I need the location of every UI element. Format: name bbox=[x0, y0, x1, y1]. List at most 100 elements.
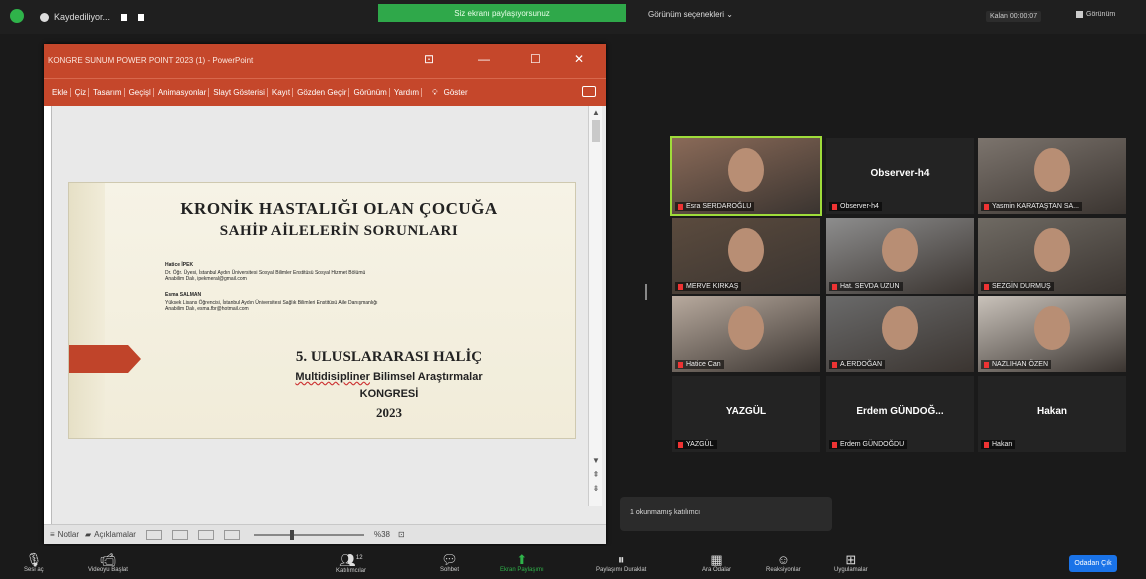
tab-record[interactable]: Kayıt bbox=[270, 88, 294, 97]
participant-tile[interactable]: Hat. SEVDA UZUN bbox=[826, 218, 974, 294]
gallery-resize-handle[interactable] bbox=[645, 284, 647, 300]
notes-button[interactable]: ≡ Notlar bbox=[50, 530, 79, 539]
comment-icon: ▰ bbox=[85, 530, 92, 539]
close-icon[interactable]: ✕ bbox=[574, 52, 584, 66]
participant-tile[interactable]: Observer-h4 Observer-h4 bbox=[826, 138, 974, 214]
minimize-icon[interactable]: — bbox=[478, 52, 490, 66]
muted-microphone-icon bbox=[984, 361, 989, 368]
tab-animations[interactable]: Animasyonlar bbox=[156, 88, 210, 97]
scroll-up-icon[interactable]: ▲ bbox=[591, 108, 601, 118]
share-screen-button[interactable]: ⬆︎ Ekran Paylaşımı bbox=[500, 546, 544, 579]
slide-sorter-icon[interactable] bbox=[171, 529, 188, 540]
video-button[interactable]: 📹︎ Videoyu Başlat bbox=[88, 546, 128, 579]
fit-to-window-icon[interactable]: ⊡ bbox=[398, 530, 405, 539]
share-screen-icon: ⬆︎ bbox=[516, 551, 528, 567]
muted-microphone-icon bbox=[984, 441, 989, 448]
participant-tile[interactable]: Hatice Can bbox=[672, 296, 820, 372]
scroll-thumb[interactable] bbox=[592, 120, 600, 142]
tab-help[interactable]: Yardım bbox=[392, 88, 423, 97]
comments-button[interactable]: ▰ Açıklamalar bbox=[85, 530, 136, 539]
participant-center-name: Hakan bbox=[1036, 406, 1067, 417]
participant-tile[interactable]: A.ERDOĞAN bbox=[826, 296, 974, 372]
muted-microphone-icon bbox=[984, 283, 989, 290]
zoom-level[interactable]: %38 bbox=[374, 530, 390, 539]
normal-view-icon[interactable] bbox=[145, 529, 162, 540]
participant-name-label: MERVE KIRKAŞ bbox=[675, 282, 742, 291]
stop-recording-icon[interactable] bbox=[138, 13, 145, 21]
slide[interactable]: KRONİK HASTALIĞI OLAN ÇOCUĞA SAHİP AİLEL… bbox=[68, 182, 576, 439]
participant-tile[interactable]: SEZGİN DURMUŞ bbox=[978, 218, 1126, 294]
participant-tile[interactable]: NAZLIHAN ÖZEN bbox=[978, 296, 1126, 372]
maximize-icon[interactable]: ☐ bbox=[530, 52, 541, 66]
reading-view-icon[interactable] bbox=[197, 529, 214, 540]
participant-name: NAZLIHAN ÖZEN bbox=[992, 361, 1049, 368]
tab-design[interactable]: Tasarım bbox=[91, 88, 125, 97]
chat-button[interactable]: 💬︎ Sohbet bbox=[440, 546, 459, 579]
participant-name-label: Hat. SEVDA UZUN bbox=[829, 282, 903, 291]
muted-microphone-icon bbox=[678, 283, 683, 290]
tab-transitions[interactable]: Geçişl bbox=[127, 88, 154, 97]
meeting-top-bar: Kaydediliyor... Siz ekranı paylaşıyorsun… bbox=[0, 0, 1146, 34]
tell-me-label: Göster bbox=[443, 88, 468, 97]
congress-title: 5. ULUSLARARASI HALİÇ bbox=[295, 349, 483, 365]
breakout-rooms-button[interactable]: ▦ Ara Odalar bbox=[702, 546, 731, 579]
tab-review[interactable]: Gözden Geçir bbox=[295, 88, 350, 97]
pause-share-button[interactable]: ⏸︎ Paylaşımı Duraklat bbox=[596, 546, 646, 579]
participant-video bbox=[882, 228, 918, 272]
recording-indicator[interactable]: Kaydediliyor... bbox=[40, 9, 145, 25]
breakout-rooms-icon: ▦ bbox=[710, 551, 723, 567]
participants-button[interactable]: 👥︎12 Katılımcılar bbox=[336, 546, 366, 579]
participant-tile[interactable]: Hakan Hakan bbox=[978, 376, 1126, 452]
zoom-slider[interactable] bbox=[253, 529, 364, 540]
previous-slide-icon[interactable]: ⇞ bbox=[591, 470, 601, 480]
slideshow-icon[interactable] bbox=[223, 529, 240, 540]
tab-slideshow[interactable]: Slayt Gösterisi bbox=[211, 88, 268, 97]
muted-microphone-icon bbox=[678, 361, 683, 368]
participant-tile[interactable]: MERVE KIRKAŞ bbox=[672, 218, 820, 294]
tell-me-search[interactable]: 💡︎ Göster bbox=[432, 88, 468, 98]
ribbon-display-icon[interactable]: ⊡ bbox=[424, 52, 434, 66]
muted-microphone-icon bbox=[832, 283, 837, 290]
participant-tile[interactable]: YAZGÜL YAZGÜL bbox=[672, 376, 820, 452]
gallery-view-icon bbox=[1076, 11, 1083, 18]
leave-room-button[interactable]: Odadan Çık bbox=[1069, 555, 1117, 572]
apps-label: Uygulamalar bbox=[834, 566, 868, 573]
muted-microphone-icon bbox=[832, 361, 837, 368]
mute-button[interactable]: 🎙︎ Sesi aç bbox=[24, 546, 44, 579]
pause-recording-icon[interactable] bbox=[121, 13, 128, 21]
participant-center-name: YAZGÜL bbox=[725, 406, 767, 417]
view-options-dropdown[interactable]: Görünüm seçenekleri ⌄ bbox=[648, 10, 733, 19]
video-label: Videoyu Başlat bbox=[88, 566, 128, 573]
participant-name: Hakan bbox=[992, 441, 1013, 448]
thumbnail-pane[interactable] bbox=[44, 106, 52, 524]
participant-name-label: Hatice Can bbox=[675, 360, 724, 369]
powerpoint-title-bar: KONGRE SUNUM POWER POINT 2023 (1) - Powe… bbox=[44, 44, 606, 78]
scroll-down-icon[interactable]: ▼ bbox=[591, 456, 601, 466]
congress-subtitle: Multidisipliner Bilimsel Araştırmalar bbox=[295, 371, 483, 383]
view-button[interactable]: Görünüm bbox=[1076, 11, 1115, 18]
ribbon-tabs: Ekle Çiz Tasarım Geçişl Animasyonlar Sla… bbox=[44, 78, 606, 106]
remaining-time: Kalan 00:00:07 bbox=[986, 11, 1042, 22]
comments-icon[interactable] bbox=[582, 86, 596, 97]
participant-name-label: SEZGİN DURMUŞ bbox=[981, 282, 1054, 291]
participant-video bbox=[1034, 148, 1070, 192]
vertical-scrollbar[interactable]: ▲ ▼ ⇞ ⇟ bbox=[588, 106, 602, 506]
participant-tile[interactable]: Esra SERDAROĞLU bbox=[670, 136, 822, 216]
author1-mail: Anabilim Dalı, ipekmeral@gmail.com bbox=[165, 276, 247, 282]
participant-name-label: Erdem GÜNDOĞDU bbox=[829, 440, 908, 449]
tab-insert[interactable]: Ekle bbox=[50, 88, 71, 97]
zoom-knob[interactable] bbox=[289, 529, 294, 540]
apps-button[interactable]: ⊞ Uygulamalar bbox=[834, 546, 868, 579]
participant-name: Hatice Can bbox=[686, 361, 721, 368]
chat-notification[interactable]: 1 okunmamış katılımcı bbox=[620, 497, 832, 531]
security-shield-icon[interactable] bbox=[10, 9, 24, 23]
participant-video bbox=[882, 306, 918, 350]
participant-tile[interactable]: Yasmin KARATAŞTAN SA... bbox=[978, 138, 1126, 214]
participant-tile[interactable]: Erdem GÜNDOĞ... Erdem GÜNDOĞDU bbox=[826, 376, 974, 452]
tab-draw[interactable]: Çiz bbox=[73, 88, 90, 97]
next-slide-icon[interactable]: ⇟ bbox=[591, 484, 601, 494]
tab-view[interactable]: Görünüm bbox=[351, 88, 390, 97]
powerpoint-window: KONGRE SUNUM POWER POINT 2023 (1) - Powe… bbox=[44, 44, 606, 544]
participant-name-label: NAZLIHAN ÖZEN bbox=[981, 360, 1052, 369]
reactions-button[interactable]: ☺︎ Reaksiyonlar bbox=[766, 546, 801, 579]
